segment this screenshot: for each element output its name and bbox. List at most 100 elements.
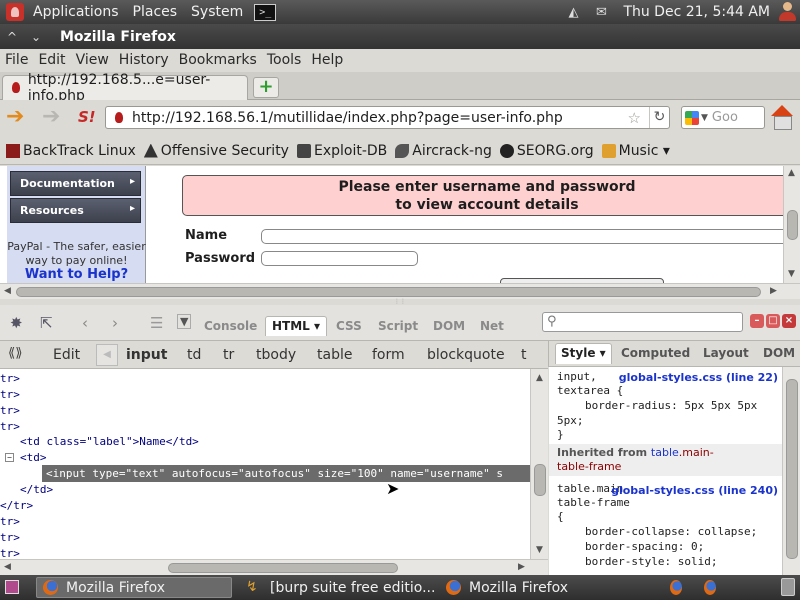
menu-edit[interactable]: Edit (33, 52, 70, 68)
rule-selector[interactable]: input, (557, 370, 597, 384)
inherited-class[interactable]: .main- (679, 446, 714, 459)
task-firefox-2[interactable]: Mozilla Firefox (440, 577, 636, 598)
inherited-class[interactable]: table-frame (557, 460, 621, 473)
menu-file[interactable]: File (0, 52, 33, 68)
url-text[interactable]: http://192.168.56.1/mutillidae/index.php… (132, 110, 563, 126)
css-declaration[interactable]: 5px; (557, 414, 584, 428)
tree-node-tr-close[interactable]: </tr> (0, 498, 33, 514)
rule-selector[interactable]: table-frame (557, 496, 630, 510)
crumb-td[interactable]: td (187, 347, 201, 363)
search-dropdown-icon[interactable]: ▼ (701, 113, 708, 123)
show-desktop-icon[interactable] (5, 580, 19, 594)
page-horizontal-scrollbar[interactable]: ◀ ▶ (0, 283, 800, 299)
username-input[interactable] (261, 229, 791, 244)
sidebar-item-resources[interactable]: Resources (10, 198, 141, 223)
edit-button[interactable]: Edit (53, 347, 80, 363)
tab-script[interactable]: Script (378, 319, 418, 333)
user-icon[interactable] (778, 2, 796, 22)
tree-vertical-scroll-thumb[interactable] (534, 464, 546, 496)
bookmark-exploitdb[interactable]: Exploit-DB (296, 143, 387, 159)
menu-bookmarks[interactable]: Bookmarks (174, 52, 262, 68)
tree-vertical-scrollbar[interactable]: ▲ ▼ (530, 369, 548, 559)
tree-node[interactable]: tr> (0, 387, 20, 403)
scroll-down-icon[interactable]: ▼ (536, 545, 543, 555)
firebug-bug-icon[interactable]: ✸ (10, 314, 23, 332)
history-back-icon[interactable]: ‹ (82, 314, 88, 332)
bookmark-offsec[interactable]: Offensive Security (143, 143, 289, 159)
gnome-foot-icon[interactable] (6, 3, 24, 21)
inherited-element-link[interactable]: table (651, 446, 679, 459)
sidebar-item-documentation[interactable]: Documentation (10, 171, 141, 196)
want-to-help-link[interactable]: Want to Help? (7, 267, 146, 282)
rule-source-link[interactable]: global-styles.css (line 22) (619, 371, 778, 384)
scroll-left-icon[interactable]: ◀ (4, 286, 11, 296)
crumb-input[interactable]: input (126, 347, 167, 363)
tab-side-dom[interactable]: DOM (763, 346, 795, 360)
terminal-icon[interactable]: >_ (254, 3, 277, 21)
bookmark-aircrack[interactable]: Aircrack-ng (395, 143, 492, 159)
crumb-form[interactable]: form (372, 347, 405, 363)
page-horizontal-scroll-thumb[interactable] (16, 287, 761, 297)
tab-style[interactable]: Style ▾ (555, 343, 612, 364)
tree-node[interactable]: tr> (0, 546, 20, 559)
bookmark-star-icon[interactable]: ☆ (628, 109, 641, 127)
crumb-tr[interactable]: tr (223, 347, 234, 363)
back-button[interactable]: ➔ (6, 106, 24, 128)
style-vertical-scrollbar[interactable] (782, 367, 800, 575)
rule-source-link[interactable]: global-styles.css (line 240) (611, 484, 778, 497)
menu-history[interactable]: History (114, 52, 174, 68)
scroll-up-icon[interactable]: ▲ (788, 168, 795, 178)
style-vertical-scroll-thumb[interactable] (786, 379, 798, 559)
tree-horizontal-scrollbar[interactable]: ◀ ▶ (0, 559, 548, 575)
page-vertical-scroll-thumb[interactable] (787, 210, 798, 240)
scroll-up-icon[interactable]: ▲ (536, 373, 543, 383)
firebug-detach-icon[interactable]: □ (766, 314, 780, 328)
breadcrumb-scroll-left-icon[interactable]: ◀ (96, 344, 118, 366)
forward-button[interactable]: ➔ (42, 106, 60, 128)
tree-node[interactable]: tr> (0, 419, 20, 435)
addon-s-icon[interactable]: S! (78, 108, 98, 126)
panel-menu-icon[interactable]: ☰ (150, 314, 163, 332)
menu-places[interactable]: Places (126, 4, 185, 20)
bookmark-backtrack[interactable]: BackTrack Linux (6, 143, 136, 159)
crumb-table[interactable]: table (317, 347, 352, 363)
panel-list-dropdown-icon[interactable]: ▼ (177, 314, 192, 329)
menu-system[interactable]: System (184, 4, 250, 20)
bookmark-seorg[interactable]: SEORG.org (499, 143, 594, 159)
firebug-minimize-icon[interactable]: – (750, 314, 764, 328)
html-view-icon[interactable]: ⟪⟫ (8, 346, 30, 364)
crumb-tbody[interactable]: tbody (256, 347, 296, 363)
css-declaration[interactable]: border-collapse: collapse; (585, 525, 757, 539)
tree-node[interactable]: tr> (0, 514, 20, 530)
selected-input-node[interactable]: <input type="text" autofocus="autofocus"… (42, 465, 530, 482)
tree-horizontal-scroll-thumb[interactable] (168, 563, 398, 573)
tree-node[interactable]: tr> (0, 403, 20, 419)
mail-icon[interactable]: ✉ (593, 5, 609, 20)
tab-layout[interactable]: Layout (703, 346, 749, 360)
tab-css[interactable]: CSS (336, 319, 362, 333)
tab-net[interactable]: Net (480, 319, 504, 333)
menu-tools[interactable]: Tools (262, 52, 307, 68)
tree-node-td-label[interactable]: <td class="label">Name</td> (20, 434, 199, 450)
task-burp-suite[interactable]: ↯ [burp suite free editio... (240, 577, 436, 598)
crumb-blockquote[interactable]: blockquote (427, 347, 505, 363)
task-firefox-4[interactable] (700, 577, 724, 598)
tab-html[interactable]: HTML ▾ (265, 316, 328, 336)
history-forward-icon[interactable]: › (112, 314, 118, 332)
scroll-right-icon[interactable]: ▶ (518, 562, 525, 572)
tree-node[interactable]: tr> (0, 530, 20, 546)
menu-help[interactable]: Help (306, 52, 348, 68)
css-declaration[interactable]: border-spacing: 0; (585, 540, 704, 554)
rule-selector[interactable]: textarea { (557, 384, 623, 398)
collapse-toggle-icon[interactable]: − (5, 453, 14, 462)
scroll-right-icon[interactable]: ▶ (770, 286, 777, 296)
tab-dom[interactable]: DOM (433, 319, 465, 333)
inspect-icon[interactable]: ⇱ (40, 314, 53, 332)
page-vertical-scrollbar[interactable]: ▲ ▼ (783, 166, 800, 283)
menu-applications[interactable]: Applications (26, 4, 126, 20)
window-minimize-button[interactable]: ^ (0, 30, 24, 44)
scroll-down-icon[interactable]: ▼ (788, 269, 795, 279)
new-tab-button[interactable]: + (253, 77, 279, 98)
tree-node[interactable]: tr> (0, 371, 20, 387)
tab-user-info[interactable]: http://192.168.5...e=user-info.php (2, 72, 248, 104)
